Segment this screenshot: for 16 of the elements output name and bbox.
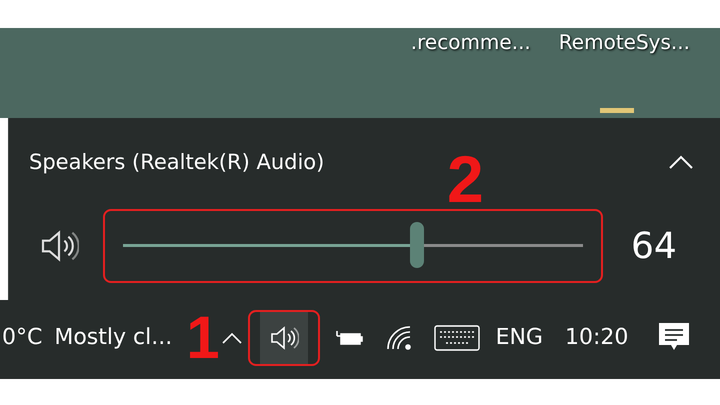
- slider-thumb[interactable]: [410, 222, 424, 268]
- temperature[interactable]: 0°C: [2, 325, 42, 350]
- volume-value: 64: [631, 226, 677, 266]
- desktop-icon-label[interactable]: RemoteSys...: [558, 30, 690, 56]
- desktop-icon-label[interactable]: .recomme...: [410, 30, 531, 56]
- chevron-icon: [222, 332, 242, 344]
- language-indicator[interactable]: ENG: [496, 325, 543, 350]
- clock[interactable]: 10:20: [564, 325, 628, 350]
- keyboard-icon: [434, 324, 480, 350]
- taskbar-indicator: [600, 108, 634, 113]
- volume-tray-button[interactable]: [260, 312, 308, 364]
- annotation-number: 1: [186, 308, 220, 368]
- weather-text[interactable]: Mostly cl...: [54, 325, 172, 350]
- chevron-icon: [668, 154, 694, 170]
- annotation-number: 2: [447, 146, 484, 212]
- device-name: Speakers (Realtek(R) Audio): [29, 150, 324, 174]
